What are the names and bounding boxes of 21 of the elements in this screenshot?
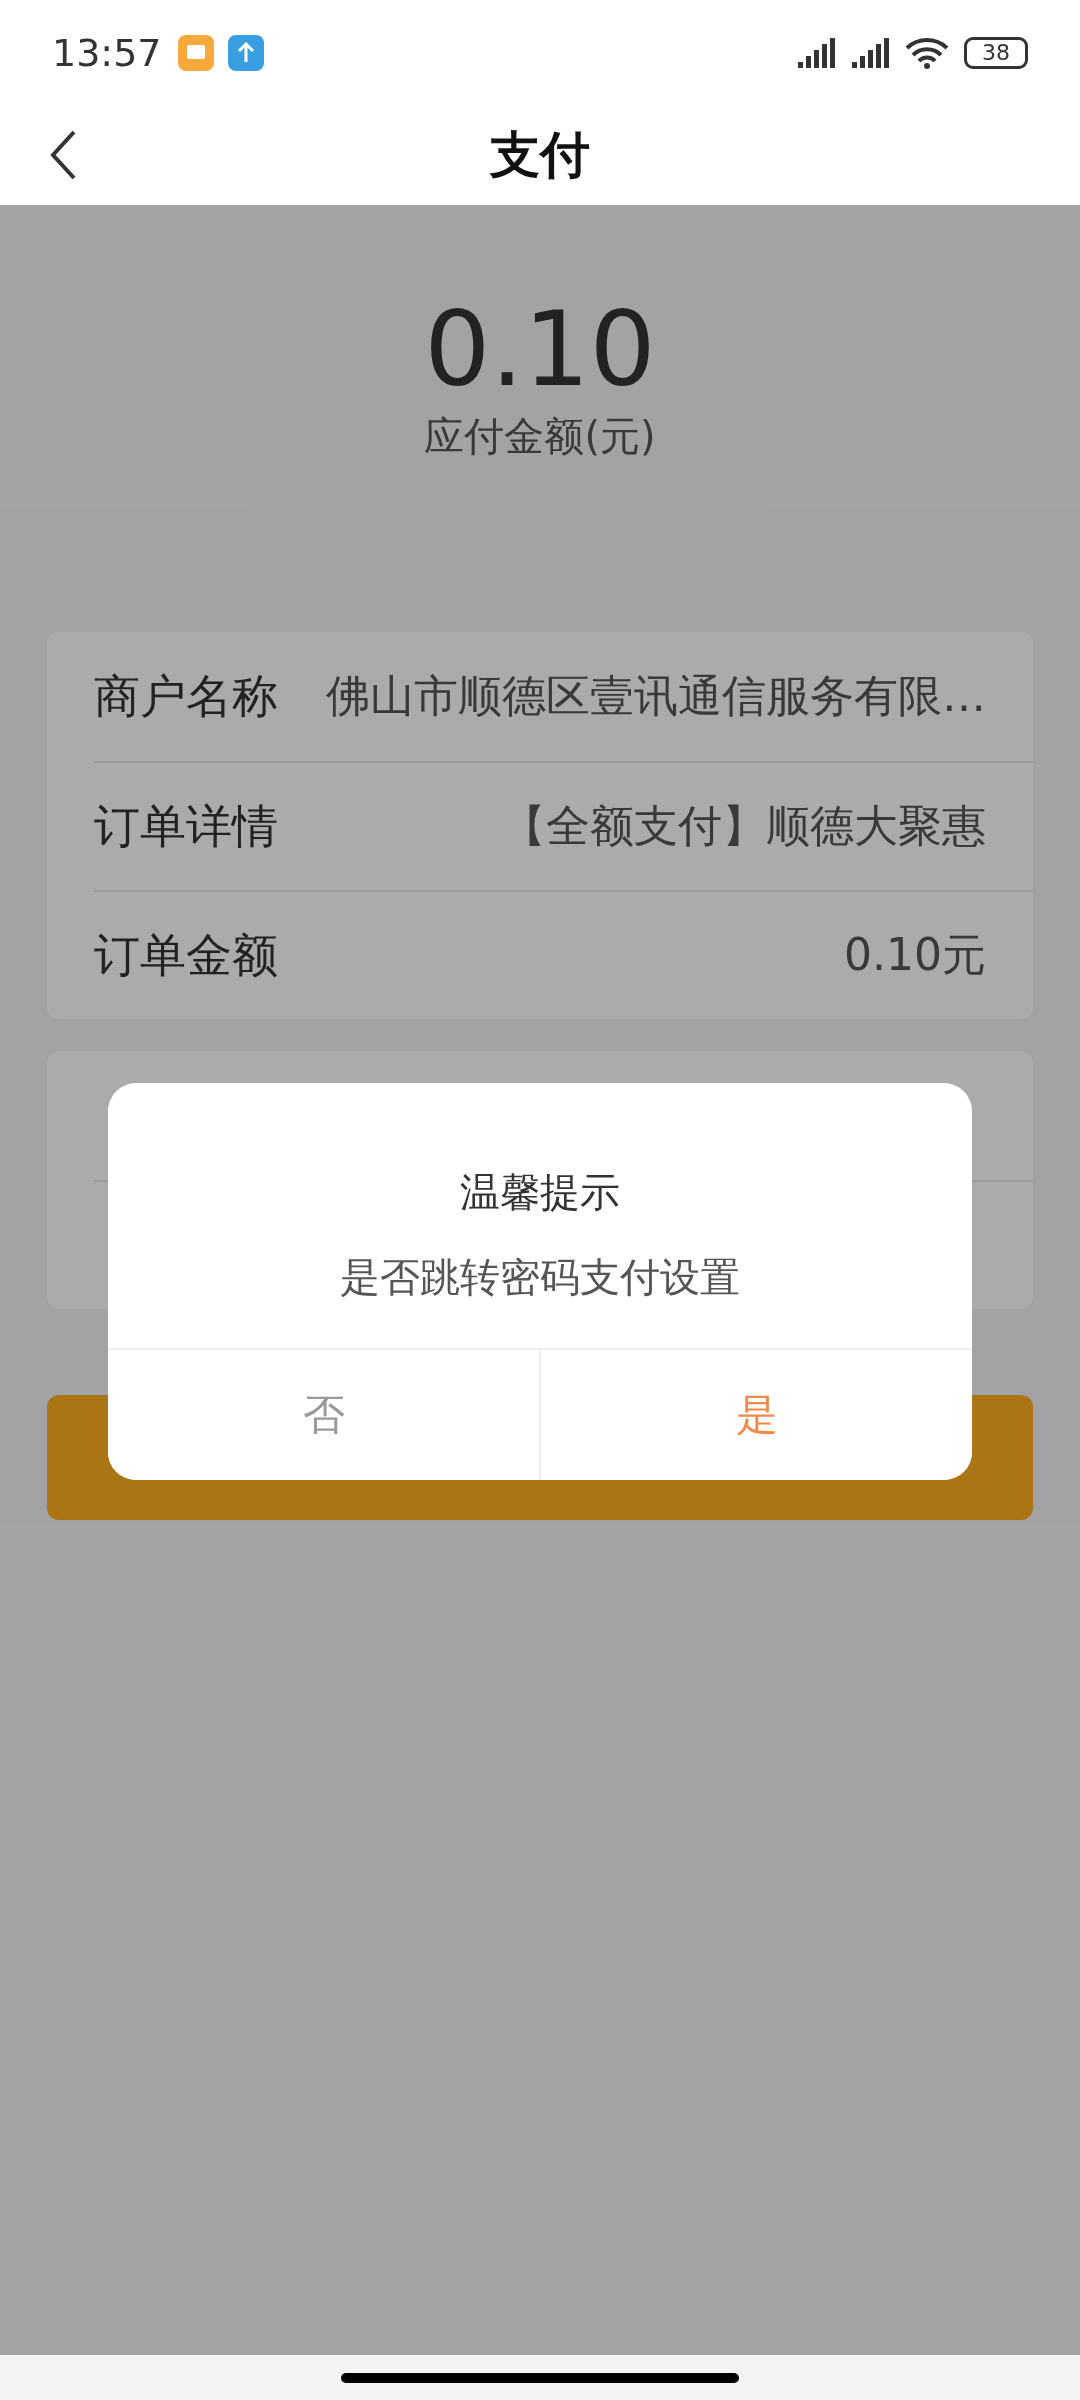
upload-icon (227, 34, 264, 71)
row-label: 订单金额 (94, 926, 278, 984)
signal-icon (850, 35, 890, 70)
dialog-message: 是否跳转密码支付设置 (340, 1253, 740, 1302)
row-value: 0.10元 (844, 928, 986, 982)
wifi-icon (904, 35, 950, 70)
row-value: 【全额支付】顺德大聚惠 (502, 799, 986, 853)
signal-icon (796, 35, 836, 70)
back-icon (48, 129, 78, 181)
row-label: 订单详情 (94, 797, 278, 855)
battery-indicator: 38 (964, 36, 1028, 69)
status-time: 13:57 (52, 30, 162, 75)
amount-value: 0.10 (424, 297, 656, 401)
amount-label: 应付金额(元) (424, 412, 656, 461)
page-title: 支付 (490, 124, 590, 186)
dialog-title: 温馨提示 (460, 1168, 620, 1217)
row-value: 佛山市顺德区壹讯通信服务有限… (326, 669, 986, 723)
confirm-button[interactable]: 是 (539, 1350, 972, 1480)
home-indicator[interactable] (341, 2372, 739, 2383)
notification-icon (177, 34, 214, 71)
row-label: 商户名称 (94, 667, 278, 725)
